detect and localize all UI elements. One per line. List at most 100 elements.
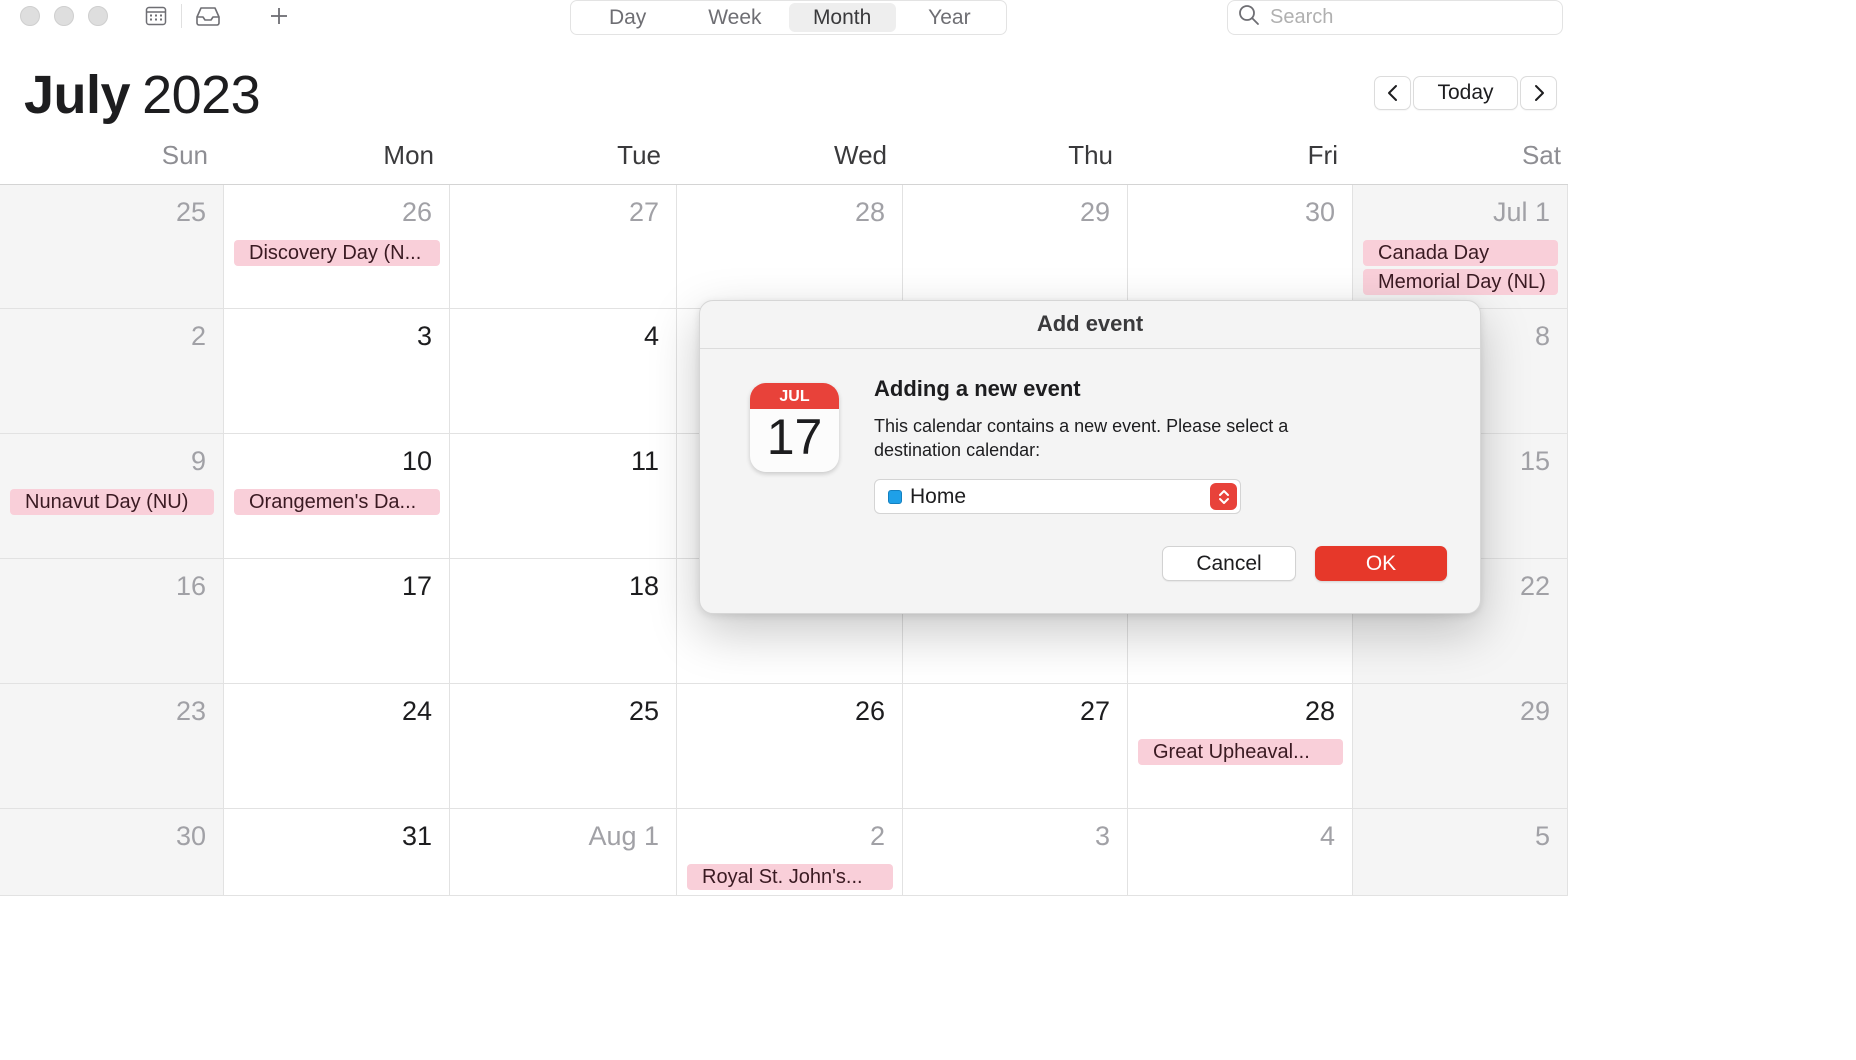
day-number: 22 <box>1519 571 1550 601</box>
day-number: 25 <box>628 696 659 726</box>
calendar-select-value: Home <box>910 484 967 508</box>
inbox-icon[interactable] <box>194 4 222 28</box>
search-box <box>1227 0 1563 35</box>
day-cell[interactable]: 25 <box>450 684 677 809</box>
day-number: 30 <box>1304 197 1335 227</box>
calendar-event[interactable]: Orangemen's Da... <box>234 489 440 515</box>
day-number: 25 <box>175 197 206 227</box>
cancel-button[interactable]: Cancel <box>1162 546 1296 581</box>
weekday-label: Fri <box>1307 140 1338 170</box>
day-cell[interactable]: Aug 1 <box>450 809 677 896</box>
day-number: 26 <box>401 197 432 227</box>
weekday-label: Sat <box>1521 140 1561 170</box>
today-button[interactable]: Today <box>1413 76 1518 110</box>
day-cell[interactable]: 11 <box>450 434 677 559</box>
calendar-event[interactable]: Royal St. John's... <box>687 864 893 890</box>
day-cell[interactable]: 16 <box>0 559 224 684</box>
day-number: 15 <box>1519 446 1550 476</box>
day-cell[interactable]: 9 Nunavut Day (NU) <box>0 434 224 559</box>
weekday-label: Sun <box>161 140 208 170</box>
day-cell[interactable]: 30 <box>0 809 224 896</box>
day-cell[interactable]: 30 <box>1128 185 1353 309</box>
day-number: 11 <box>630 446 659 476</box>
day-cell[interactable]: 3 <box>224 309 450 434</box>
day-cell[interactable]: 5 <box>1353 809 1568 896</box>
tab-month[interactable]: Month <box>788 3 896 32</box>
tab-day[interactable]: Day <box>574 3 681 32</box>
day-number: 27 <box>628 197 659 227</box>
day-number: 23 <box>175 696 206 726</box>
day-cell[interactable]: 27 <box>903 684 1128 809</box>
plus-icon[interactable] <box>267 4 291 28</box>
toolbar: Day Week Month Year <box>0 0 1568 40</box>
calendar-icon-month: JUL <box>750 383 839 409</box>
zoom-window-button[interactable] <box>88 6 108 26</box>
day-cell[interactable]: 3 <box>903 809 1128 896</box>
weekday-header: Sun Mon Tue Wed Thu Fri Sat <box>0 138 1568 184</box>
search-input[interactable] <box>1270 6 1550 29</box>
day-cell[interactable]: 28 <box>677 185 903 309</box>
day-number: Aug 1 <box>588 821 659 851</box>
day-number: 18 <box>628 571 659 601</box>
weekday-label: Tue <box>617 140 661 170</box>
day-cell[interactable]: 31 <box>224 809 450 896</box>
day-cell[interactable]: 10 Orangemen's Da... <box>224 434 450 559</box>
day-cell[interactable]: 27 <box>450 185 677 309</box>
weekday-label: Thu <box>1068 140 1113 170</box>
next-month-button[interactable] <box>1520 76 1557 110</box>
minimize-window-button[interactable] <box>54 6 74 26</box>
day-number: 2 <box>190 321 206 351</box>
add-event-dialog: Add event JUL 17 Adding a new event This… <box>699 300 1481 614</box>
day-cell[interactable]: 29 <box>1353 684 1568 809</box>
day-cell[interactable]: 29 <box>903 185 1128 309</box>
weekday-label: Wed <box>834 140 887 170</box>
dialog-message: This calendar contains a new event. Plea… <box>874 416 1289 460</box>
day-number: 29 <box>1519 696 1550 726</box>
day-number: 2 <box>869 821 885 851</box>
calendar-color-swatch <box>888 489 902 504</box>
day-cell[interactable]: 28 Great Upheaval... <box>1128 684 1353 809</box>
day-number: 5 <box>1534 821 1550 851</box>
year: 2023 <box>142 65 261 125</box>
day-cell[interactable]: 4 <box>1128 809 1353 896</box>
day-cell[interactable]: 2 Royal St. John's... <box>677 809 903 896</box>
day-number: 4 <box>643 321 659 351</box>
day-cell[interactable]: 18 <box>450 559 677 684</box>
calendar-event[interactable]: Nunavut Day (NU) <box>10 489 214 515</box>
day-cell[interactable]: 4 <box>450 309 677 434</box>
day-number: 8 <box>1534 321 1550 351</box>
calendar-event[interactable]: Great Upheaval... <box>1138 739 1343 765</box>
day-cell[interactable]: Jul 1 Canada Day Memorial Day (NL) <box>1353 185 1568 309</box>
ok-button[interactable]: OK <box>1315 546 1447 581</box>
view-switcher: Day Week Month Year <box>570 0 1007 35</box>
toolbar-divider <box>181 4 182 28</box>
day-cell[interactable]: 2 <box>0 309 224 434</box>
close-window-button[interactable] <box>20 6 40 26</box>
day-cell[interactable]: 25 <box>0 185 224 309</box>
day-number: 10 <box>401 446 432 476</box>
calendar-event[interactable]: Memorial Day (NL) <box>1363 269 1558 295</box>
calendar-select[interactable]: Home <box>874 479 1241 514</box>
day-number: 30 <box>175 821 206 851</box>
calendar-app-icon: JUL 17 <box>750 383 839 472</box>
day-cell[interactable]: 26 <box>677 684 903 809</box>
previous-month-button[interactable] <box>1374 76 1411 110</box>
day-number: 9 <box>190 446 206 476</box>
day-number: 4 <box>1319 821 1335 851</box>
calendar-list-icon[interactable] <box>144 4 168 28</box>
chevron-right-icon <box>1534 85 1544 101</box>
calendar-event[interactable]: Discovery Day (N... <box>234 240 440 266</box>
day-number: 26 <box>854 696 885 726</box>
day-cell[interactable]: 24 <box>224 684 450 809</box>
chevron-up-down-icon[interactable] <box>1210 483 1237 510</box>
calendar-event[interactable]: Canada Day <box>1363 240 1558 266</box>
day-number: 27 <box>1079 696 1110 726</box>
tab-week[interactable]: Week <box>681 3 788 32</box>
day-cell[interactable]: 26 Discovery Day (N... <box>224 185 450 309</box>
chevron-left-icon <box>1387 85 1397 101</box>
day-cell[interactable]: 23 <box>0 684 224 809</box>
day-cell[interactable]: 17 <box>224 559 450 684</box>
day-number: 29 <box>1079 197 1110 227</box>
day-number: 31 <box>401 821 432 851</box>
tab-year[interactable]: Year <box>896 3 1003 32</box>
